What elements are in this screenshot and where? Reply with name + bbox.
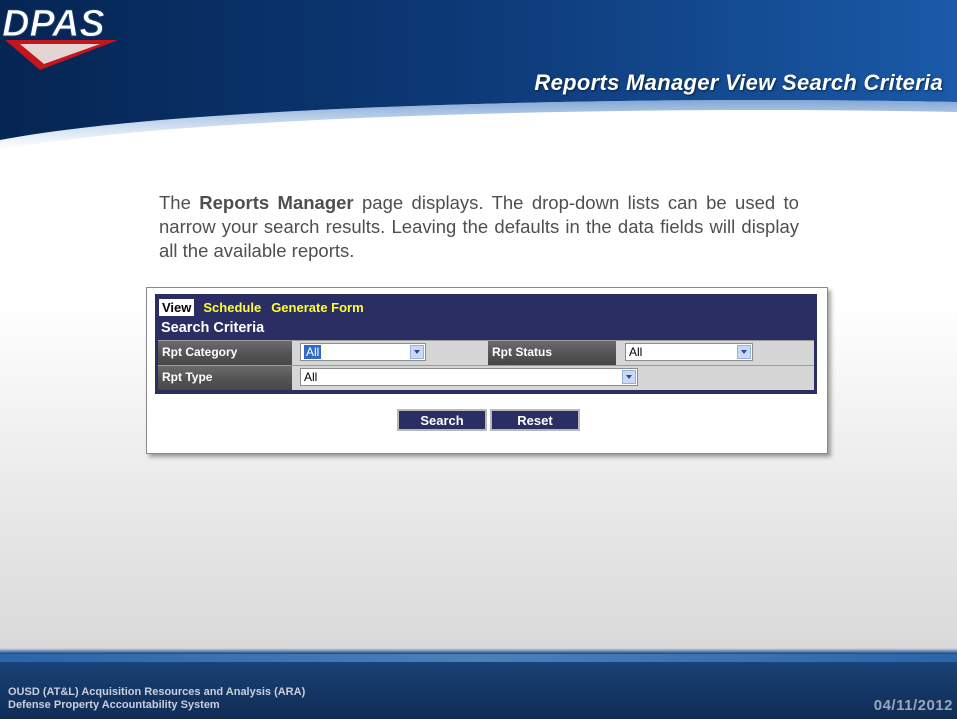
tab-schedule[interactable]: Schedule xyxy=(200,299,264,316)
rpt-category-value: All xyxy=(304,345,322,359)
rpt-category-select[interactable]: All xyxy=(300,343,426,361)
slide: DPAS Reports Manager View Search Criteri… xyxy=(0,0,957,719)
rpt-status-value: All xyxy=(629,345,643,359)
tab-bar: View Schedule Generate Form xyxy=(159,298,371,316)
slide-header: DPAS Reports Manager View Search Criteri… xyxy=(0,0,957,155)
reset-button[interactable]: Reset xyxy=(490,409,580,431)
logo-text: DPAS xyxy=(2,3,105,45)
footer-org-line1: OUSD (AT&L) Acquisition Resources and An… xyxy=(8,686,306,698)
tab-view[interactable]: View xyxy=(159,298,195,316)
criteria-grid: Rpt Category All Rpt Status All Rpt Type… xyxy=(158,340,814,390)
slide-title: Reports Manager View Search Criteria xyxy=(534,70,943,95)
footer-date: 04/11/2012 xyxy=(873,697,953,714)
footer-org-line2: Defense Property Accountability System xyxy=(8,699,220,711)
footer-stripe xyxy=(0,654,957,662)
dpas-logo: DPAS xyxy=(2,3,118,70)
description-prefix: The xyxy=(159,192,200,213)
search-criteria-title: Search Criteria xyxy=(161,320,265,336)
criteria-row: Rpt Category All Rpt Status All xyxy=(158,340,814,365)
search-button[interactable]: Search xyxy=(397,409,487,431)
criteria-row: Rpt Type All xyxy=(158,365,814,390)
tab-generate-form[interactable]: Generate Form xyxy=(268,299,366,316)
search-panel: View Schedule Generate Form Search Crite… xyxy=(155,294,817,394)
chevron-down-icon[interactable] xyxy=(622,370,636,384)
rpt-type-value: All xyxy=(304,370,318,384)
rpt-status-select[interactable]: All xyxy=(625,343,753,361)
rpt-category-label: Rpt Category xyxy=(158,341,292,365)
chevron-down-icon[interactable] xyxy=(737,345,751,359)
rpt-status-label: Rpt Status xyxy=(488,341,616,365)
rpt-type-label: Rpt Type xyxy=(158,366,292,390)
description-bold: Reports Manager xyxy=(199,192,354,213)
footer-organization: OUSD (AT&L) Acquisition Resources and An… xyxy=(8,686,305,712)
chevron-down-icon[interactable] xyxy=(410,345,424,359)
description-text: The Reports Manager page displays. The d… xyxy=(159,191,799,263)
rpt-type-select[interactable]: All xyxy=(300,368,638,386)
reports-manager-screenshot: View Schedule Generate Form Search Crite… xyxy=(146,287,828,454)
